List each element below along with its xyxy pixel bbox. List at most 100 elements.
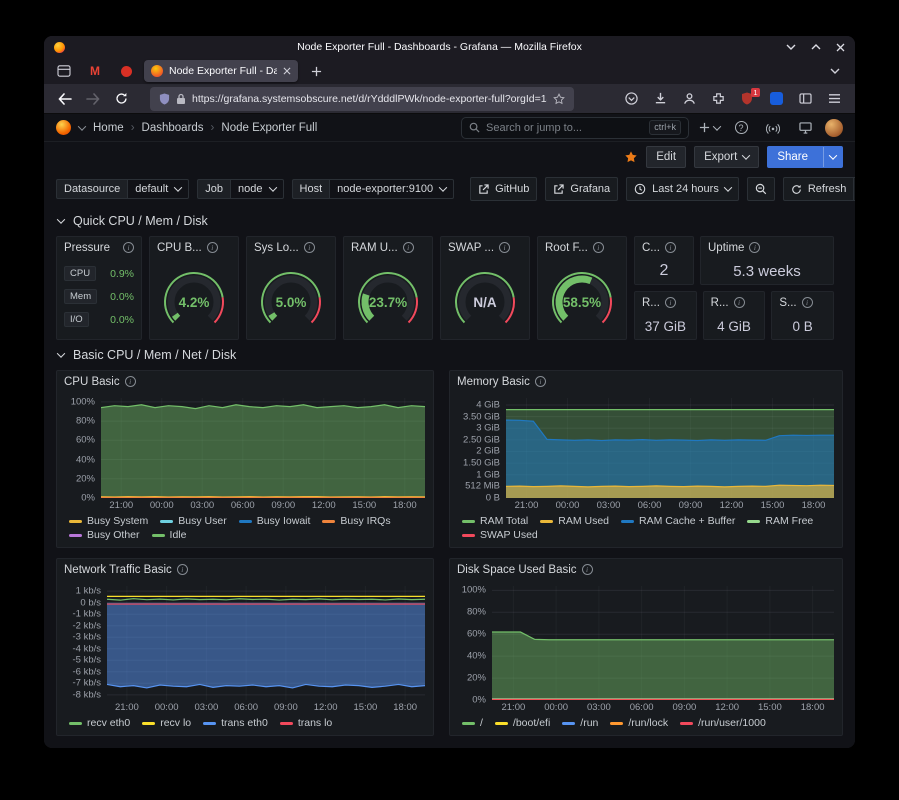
- host-select[interactable]: node-exporter:9100: [330, 179, 454, 199]
- back-icon[interactable]: [52, 87, 78, 111]
- section-quick-cpu-mem-disk[interactable]: Quick CPU / Mem / Disk: [44, 206, 855, 236]
- firefox-view-icon[interactable]: [51, 61, 77, 81]
- legend-item-busy-system[interactable]: Busy System: [69, 515, 148, 527]
- legend-item--boot-efi[interactable]: /boot/efi: [495, 717, 550, 729]
- downloads-icon[interactable]: [647, 87, 673, 111]
- legend-item-trans-eth0[interactable]: trans eth0: [203, 717, 268, 729]
- reload-icon[interactable]: [108, 87, 134, 111]
- grafana-logo-icon[interactable]: [56, 120, 71, 135]
- panel-info-icon[interactable]: i: [403, 242, 414, 253]
- disk-basic-plot[interactable]: [492, 586, 834, 700]
- panel-info-icon[interactable]: i: [749, 242, 760, 253]
- swap-used-gauge[interactable]: N/A: [441, 258, 529, 339]
- breadcrumb-dashboards[interactable]: Dashboards: [142, 122, 204, 134]
- panel-info-icon[interactable]: i: [304, 242, 315, 253]
- legend-item--[interactable]: /: [462, 717, 483, 729]
- share-button[interactable]: Share: [767, 146, 843, 168]
- svg-text:23.7%: 23.7%: [369, 295, 407, 310]
- export-button[interactable]: Export: [694, 146, 759, 168]
- cpu-busy-gauge[interactable]: 4.2%: [150, 258, 238, 339]
- edit-button[interactable]: Edit: [646, 146, 686, 168]
- panel-info-icon[interactable]: i: [665, 297, 676, 308]
- window-titlebar[interactable]: Node Exporter Full - Dashboards - Grafan…: [44, 36, 855, 58]
- pinned-tab-gmail[interactable]: M: [82, 61, 108, 81]
- legend-item-busy-iowait[interactable]: Busy Iowait: [239, 515, 311, 527]
- panel-info-icon[interactable]: i: [734, 297, 745, 308]
- bookmark-star-icon[interactable]: [553, 93, 565, 105]
- legend-item-ram-used[interactable]: RAM Used: [540, 515, 609, 527]
- user-avatar[interactable]: [825, 119, 843, 137]
- pocket-icon[interactable]: [618, 87, 644, 111]
- x-axis-label: 12:00: [312, 500, 336, 511]
- ram-used-gauge[interactable]: 23.7%: [344, 258, 432, 339]
- grafana-link-button[interactable]: Grafana: [545, 177, 618, 201]
- active-tab[interactable]: Node Exporter Full - Dashbo: [144, 60, 298, 82]
- tab-close-icon[interactable]: [283, 67, 291, 75]
- list-all-tabs-icon[interactable]: [822, 61, 848, 81]
- zoom-out-button[interactable]: [747, 177, 775, 201]
- url-text[interactable]: https://grafana.systemsobscure.net/d/rYd…: [192, 93, 547, 105]
- memory-basic-plot[interactable]: [506, 398, 834, 498]
- legend-item-trans-lo[interactable]: trans lo: [280, 717, 332, 729]
- cpu-basic-plot[interactable]: [101, 398, 425, 498]
- root-fs-gauge[interactable]: 58.5%: [538, 258, 626, 339]
- legend-item-idle[interactable]: Idle: [152, 529, 187, 541]
- refresh-interval-select[interactable]: 1m: [854, 177, 855, 201]
- news-icon[interactable]: [761, 117, 785, 139]
- panel-info-icon[interactable]: i: [207, 242, 218, 253]
- legend-item--run[interactable]: /run: [562, 717, 598, 729]
- search-input[interactable]: Search or jump to... ctrl+k: [461, 117, 689, 139]
- favorite-star-icon[interactable]: [624, 150, 638, 164]
- tracking-protection-shield-icon[interactable]: [159, 93, 170, 105]
- sidebar-icon[interactable]: [792, 87, 818, 111]
- legend-item-ram-free[interactable]: RAM Free: [747, 515, 813, 527]
- panel-info-icon[interactable]: i: [582, 564, 593, 575]
- panel-info-icon[interactable]: i: [123, 242, 134, 253]
- close-icon[interactable]: [836, 43, 845, 52]
- legend-item-busy-other[interactable]: Busy Other: [69, 529, 140, 541]
- password-manager-icon[interactable]: [763, 87, 789, 111]
- minimize-icon[interactable]: [786, 44, 796, 50]
- time-range-picker[interactable]: Last 24 hours: [626, 177, 739, 201]
- legend-item-busy-irqs[interactable]: Busy IRQs: [322, 515, 390, 527]
- refresh-button[interactable]: Refresh: [783, 177, 855, 201]
- section-basic-cpu-mem-net-disk[interactable]: Basic CPU / Mem / Net / Disk: [44, 340, 855, 370]
- legend-item--run-lock[interactable]: /run/lock: [610, 717, 668, 729]
- url-bar[interactable]: https://grafana.systemsobscure.net/d/rYd…: [150, 87, 574, 111]
- extensions-icon[interactable]: [705, 87, 731, 111]
- pinned-tab-extension[interactable]: [113, 61, 139, 81]
- y-axis-label: 80%: [467, 607, 486, 618]
- lock-icon[interactable]: [176, 93, 186, 105]
- legend-item-recv-eth0[interactable]: recv eth0: [69, 717, 130, 729]
- panel-info-icon[interactable]: i: [665, 242, 676, 253]
- legend-item-busy-user[interactable]: Busy User: [160, 515, 226, 527]
- account-icon[interactable]: [676, 87, 702, 111]
- panel-info-icon[interactable]: i: [125, 376, 136, 387]
- forward-icon[interactable]: [80, 87, 106, 111]
- menu-icon[interactable]: [821, 87, 847, 111]
- panel-info-icon[interactable]: i: [177, 564, 188, 575]
- panel-info-icon[interactable]: i: [593, 242, 604, 253]
- network-basic-plot[interactable]: [107, 586, 425, 700]
- legend-item-ram-cache-buffer[interactable]: RAM Cache + Buffer: [621, 515, 735, 527]
- panel-info-icon[interactable]: i: [802, 297, 813, 308]
- new-item-icon[interactable]: [697, 117, 721, 139]
- ublock-shield-icon[interactable]: 1: [734, 87, 760, 111]
- svg-text:58.5%: 58.5%: [563, 295, 601, 310]
- legend-item-ram-total[interactable]: RAM Total: [462, 515, 528, 527]
- new-tab-icon[interactable]: [303, 61, 329, 81]
- job-select[interactable]: node: [231, 179, 283, 199]
- maximize-icon[interactable]: [811, 44, 821, 50]
- org-switcher-chevron-icon[interactable]: [78, 122, 86, 130]
- monitor-icon[interactable]: [793, 117, 817, 139]
- github-link-button[interactable]: GitHub: [470, 177, 537, 201]
- help-icon[interactable]: ?: [729, 117, 753, 139]
- legend-item-swap-used[interactable]: SWAP Used: [462, 529, 538, 541]
- sys-load-gauge[interactable]: 5.0%: [247, 258, 335, 339]
- legend-item--run-user-1000[interactable]: /run/user/1000: [680, 717, 766, 729]
- panel-info-icon[interactable]: i: [499, 242, 510, 253]
- breadcrumb-home[interactable]: Home: [93, 122, 124, 134]
- legend-item-recv-lo[interactable]: recv lo: [142, 717, 191, 729]
- panel-info-icon[interactable]: i: [535, 376, 546, 387]
- datasource-select[interactable]: default: [128, 179, 189, 199]
